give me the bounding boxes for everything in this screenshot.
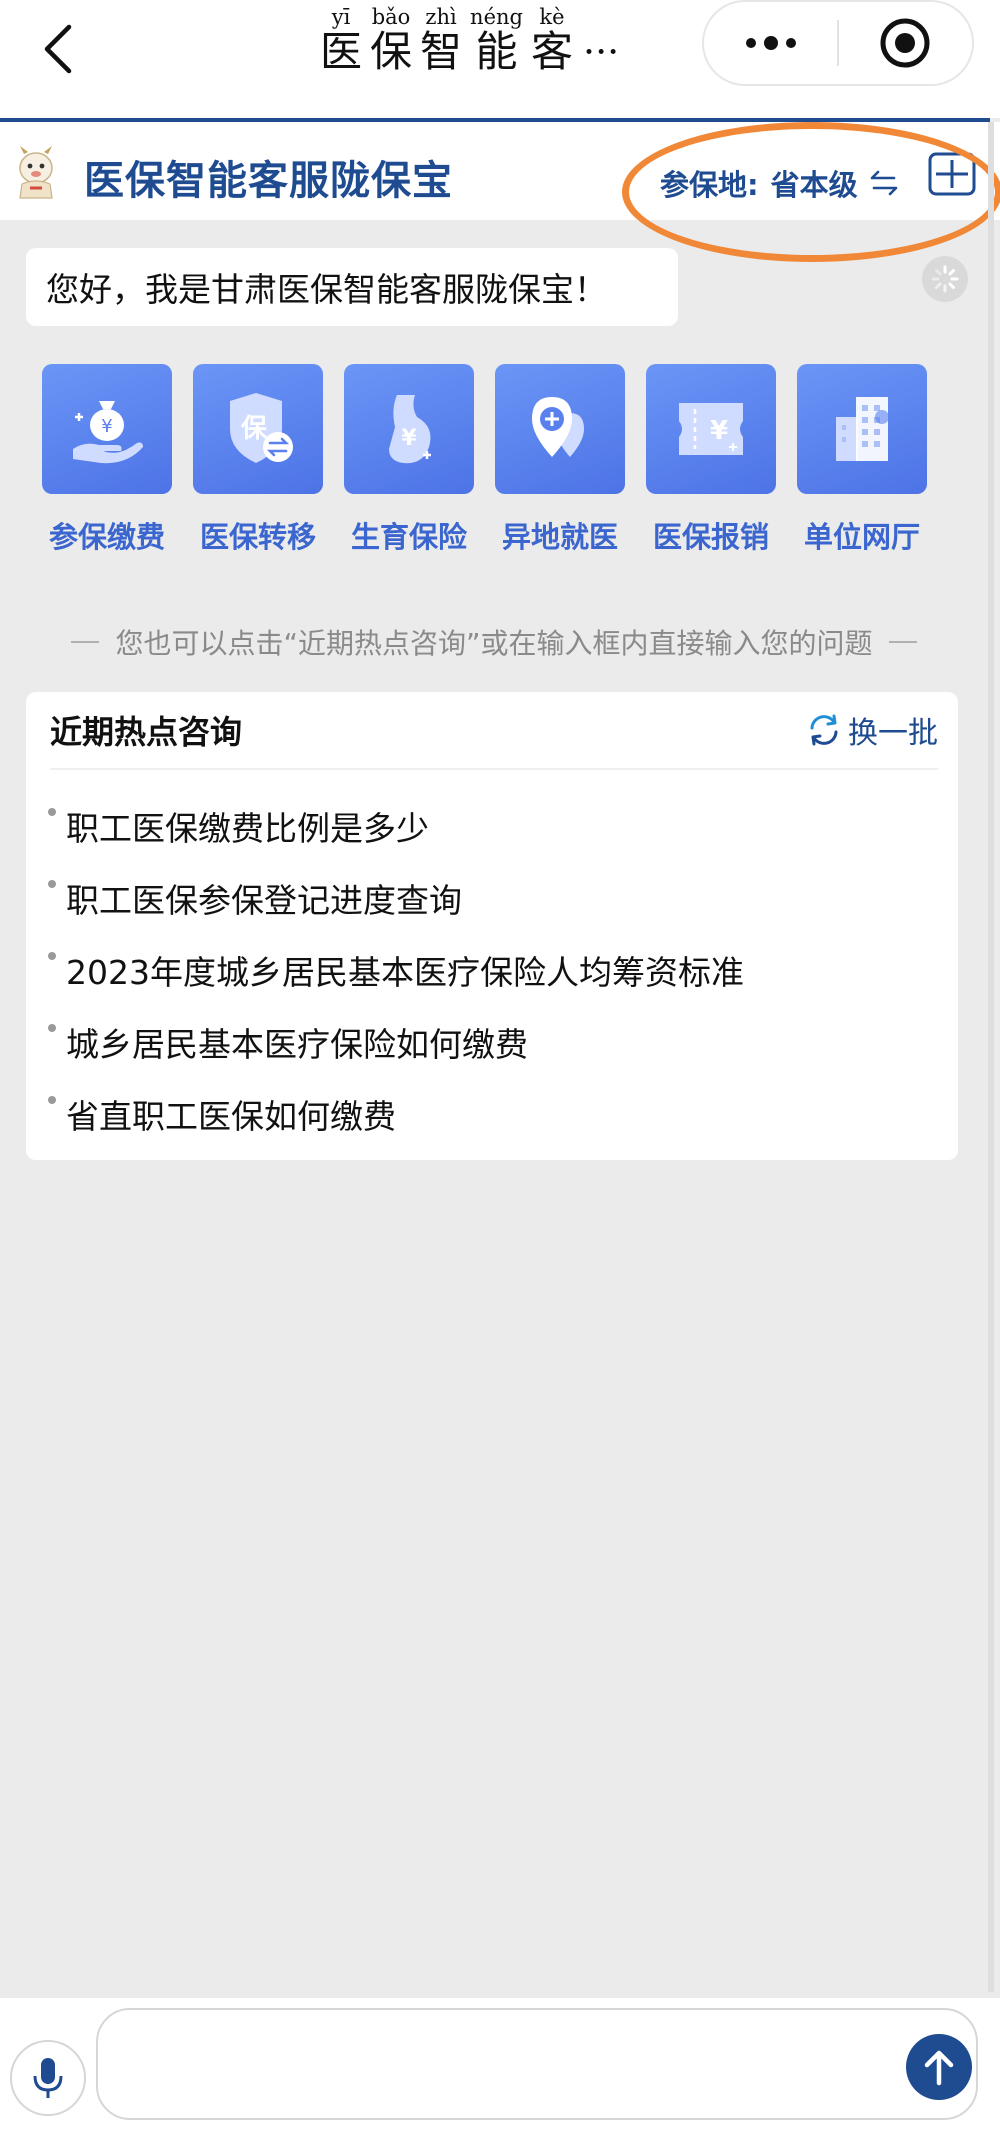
service-label: 单位网厅	[803, 520, 920, 554]
hot-topic-item[interactable]: 职工医保参保登记进度查询	[44, 862, 924, 934]
hot-topic-text: 省直职工医保如何缴费	[66, 1097, 396, 1136]
mini-program-capsule	[702, 0, 974, 86]
service-insurance-transfer[interactable]: 保 医保转移	[191, 364, 325, 556]
back-button[interactable]	[30, 14, 86, 84]
maternity-yuan-icon: ¥	[389, 395, 431, 464]
title-char: zhì 智	[420, 5, 463, 76]
service-label: 参保缴费	[48, 520, 165, 554]
bullet-dot	[48, 808, 56, 816]
title-ellipsis: ···	[582, 30, 620, 74]
service-tile: ¥	[344, 364, 474, 494]
hot-topic-text: 2023年度城乡居民基本医疗保险人均筹资标准	[66, 953, 744, 992]
region-label: 参保地:	[660, 168, 759, 202]
hot-topic-item[interactable]: 2023年度城乡居民基本医疗保险人均筹资标准	[44, 934, 924, 1006]
office-building-icon	[836, 397, 889, 461]
title-char: kè 客	[530, 5, 573, 76]
service-tile: 保	[193, 364, 323, 494]
greeting-bubble: 您好，我是甘肃医保智能客服陇保宝！	[26, 248, 678, 326]
add-button[interactable]	[926, 150, 978, 198]
voice-input-button[interactable]	[10, 2040, 86, 2116]
service-remote-medical[interactable]: 异地就医	[493, 364, 627, 556]
input-hint: 您也可以点击“近期热点咨询”或在输入框内直接输入您的问题	[24, 622, 964, 662]
hot-topic-item[interactable]: 省直职工医保如何缴费	[44, 1078, 924, 1150]
service-tile	[495, 364, 625, 494]
hot-topic-text: 城乡居民基本医疗保险如何缴费	[66, 1025, 528, 1064]
hint-dash-left	[71, 641, 100, 643]
page-title: yī 医 bǎo 保 zhì 智 néng 能 kè 客 ···	[320, 0, 680, 84]
hot-topic-text: 职工医保参保登记进度查询	[66, 881, 462, 920]
title-char: bǎo 保	[370, 5, 413, 76]
ticket-yuan-icon: ¥	[679, 403, 743, 455]
refresh-label: 换一批	[848, 716, 938, 751]
svg-text:保: 保	[240, 414, 268, 444]
bullet-dot	[48, 1096, 56, 1104]
service-tile: ¥	[646, 364, 776, 494]
mascot-logo-icon	[19, 146, 53, 199]
service-label: 异地就医	[501, 520, 618, 554]
target-circle-icon	[880, 18, 930, 68]
svg-text:¥: ¥	[101, 416, 112, 437]
bullet-dot	[48, 1024, 56, 1032]
brand-header: 医保智能客服陇保宝 参保地: 省本级	[0, 122, 1000, 220]
close-mini-program-button[interactable]	[839, 2, 972, 84]
arrow-up-icon	[924, 2050, 954, 2086]
add-box-icon	[928, 152, 976, 196]
hot-topic-item[interactable]: 城乡居民基本医疗保险如何缴费	[44, 1006, 924, 1078]
hint-text: 您也可以点击“近期热点咨询”或在输入框内直接输入您的问题	[115, 627, 873, 660]
chevron-left-icon	[44, 24, 72, 74]
region-selector[interactable]: 参保地: 省本级	[660, 162, 900, 204]
service-tile	[797, 364, 927, 494]
location-medical-icon	[532, 397, 584, 457]
brand-title: 医保智能客服陇保宝	[84, 159, 453, 203]
svg-text:¥: ¥	[401, 426, 417, 451]
hot-topics-header: 近期热点咨询 换一批	[50, 692, 938, 770]
money-bag-hand-icon: ¥	[73, 401, 143, 464]
more-button[interactable]	[704, 2, 837, 84]
hot-topic-item[interactable]: 职工医保缴费比例是多少	[44, 790, 924, 862]
hot-topics-list: 职工医保缴费比例是多少 职工医保参保登记进度查询 2023年度城乡居民基本医疗保…	[44, 790, 924, 1150]
title-char: yī 医	[320, 5, 363, 76]
service-insurance-payment[interactable]: ¥ 参保缴费	[40, 364, 174, 556]
more-dots-icon	[745, 36, 796, 50]
refresh-icon	[810, 714, 838, 746]
hint-dash-right	[888, 641, 917, 643]
svg-text:¥: ¥	[710, 416, 728, 446]
top-navigation-bar: yī 医 bǎo 保 zhì 智 néng 能 kè 客 ···	[0, 0, 1000, 118]
service-maternity-insurance[interactable]: ¥ 生育保险	[342, 364, 476, 556]
message-input[interactable]	[96, 2008, 978, 2120]
send-button[interactable]	[906, 2034, 972, 2100]
service-label: 医保转移	[199, 520, 316, 554]
loading-spinner-icon	[922, 256, 968, 302]
service-label: 医保报销	[652, 520, 769, 554]
hot-topics-title: 近期热点咨询	[50, 713, 243, 751]
service-employer-hall[interactable]: 单位网厅	[795, 364, 929, 556]
hot-topic-text: 职工医保缴费比例是多少	[66, 809, 429, 848]
shield-transfer-icon: 保	[230, 393, 293, 463]
microphone-icon	[33, 2058, 63, 2098]
input-bar	[0, 1998, 1000, 2131]
service-reimbursement[interactable]: ¥ 医保报销	[644, 364, 778, 556]
bullet-dot	[48, 952, 56, 960]
swap-arrows-icon	[870, 170, 897, 196]
bullet-dot	[48, 880, 56, 888]
hot-topics-card: 近期热点咨询 换一批 职工医保缴费比例是多少 职工医保参保登记进度查询 2023…	[26, 692, 958, 1160]
service-tile: ¥	[42, 364, 172, 494]
vertical-scrollbar[interactable]	[988, 122, 994, 1992]
refresh-batch-button[interactable]: 换一批	[806, 708, 938, 752]
title-char: néng 能	[470, 5, 523, 76]
service-label: 生育保险	[350, 520, 467, 554]
service-grid: ¥ 参保缴费 保 医保转移 ¥ 生育保险 异地就医 ¥ 医保报销 单位网厅	[40, 364, 940, 564]
region-value: 省本级	[770, 168, 858, 202]
